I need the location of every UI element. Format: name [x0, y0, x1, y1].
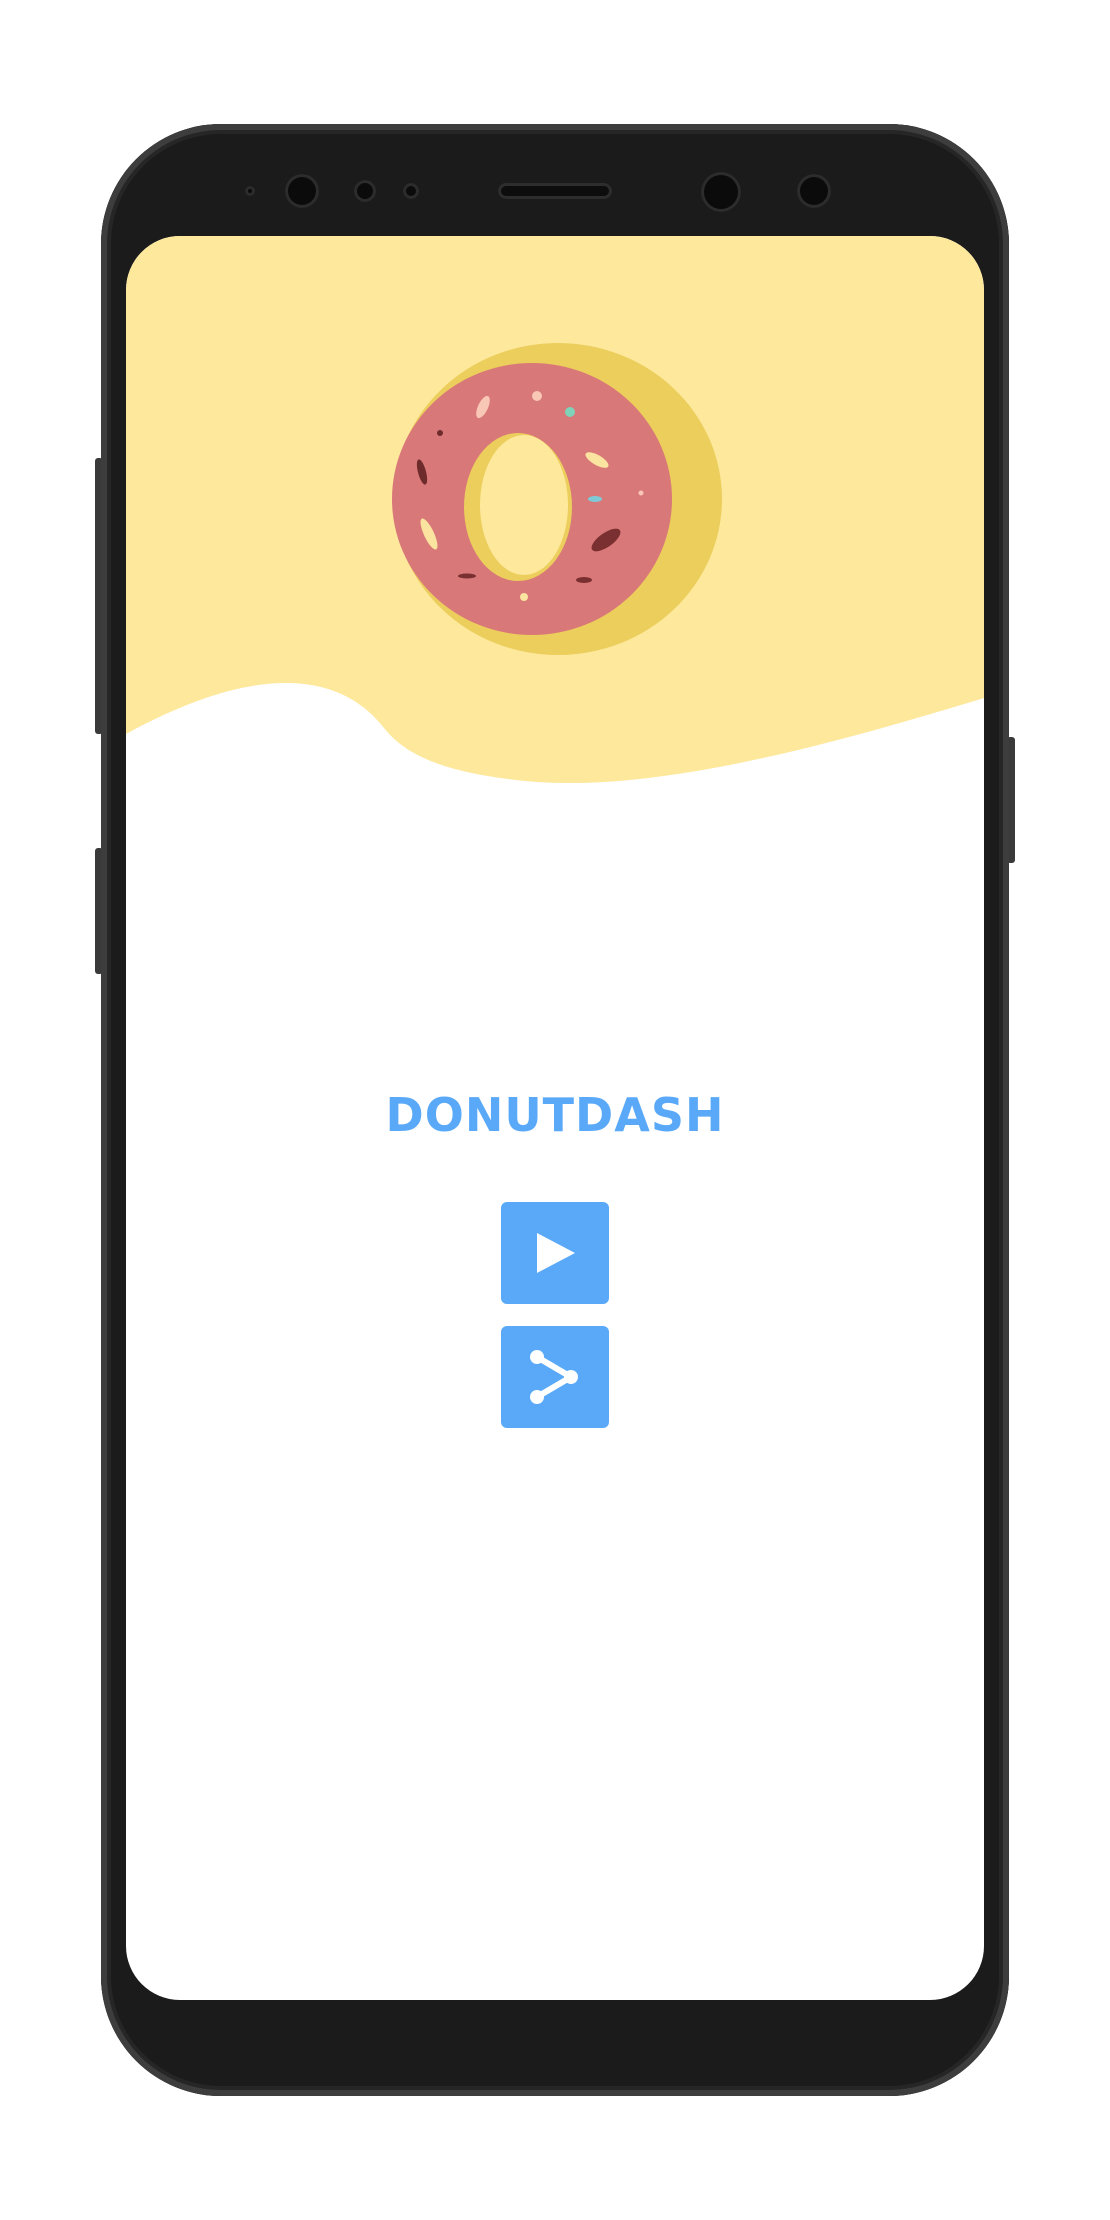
game-title: DONUTDASH: [385, 1088, 725, 1142]
earpiece-speaker-icon: [498, 183, 612, 199]
share-icon: [530, 1350, 578, 1404]
ir-sensor-icon: [403, 183, 419, 199]
front-camera-icon: [285, 174, 319, 208]
device-mockup: DONUTDASH: [0, 0, 1110, 2220]
donut-logo-icon: [392, 343, 722, 655]
play-icon: [537, 1233, 575, 1273]
iris-led-icon: [797, 174, 831, 208]
donut-shape-icon: [392, 343, 722, 655]
app-screen: DONUTDASH: [126, 236, 984, 2000]
play-button[interactable]: [501, 1202, 609, 1304]
light-sensor-icon: [354, 180, 376, 202]
proximity-sensor-icon: [245, 186, 255, 196]
iris-camera-icon: [701, 172, 741, 212]
share-button[interactable]: [501, 1326, 609, 1428]
